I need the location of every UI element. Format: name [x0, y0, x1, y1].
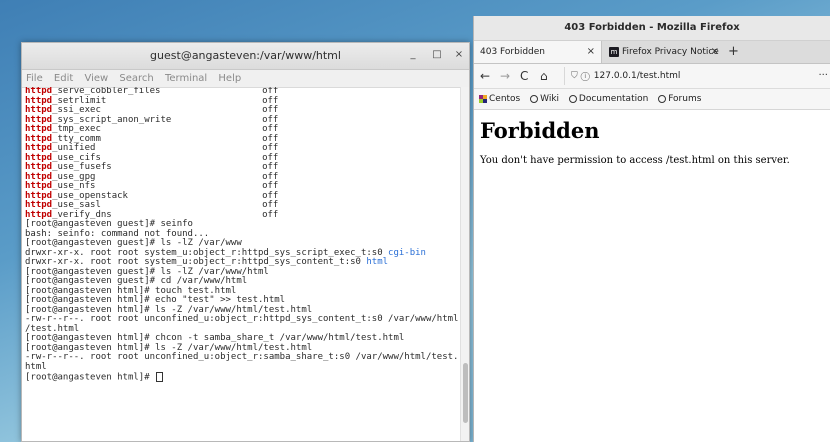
back-icon[interactable]: ← [480, 68, 490, 84]
globe-icon [568, 94, 577, 103]
boolean-prefix: httpd [25, 181, 53, 191]
error-message: You don't have permission to access /tes… [480, 155, 790, 166]
menu-view[interactable]: View [84, 73, 108, 84]
centos-icon [479, 94, 487, 103]
boolean-prefix: httpd [25, 200, 53, 210]
ls-text: drwxr-xr-x. root root system_u:object_r:… [25, 257, 367, 267]
boolean-value: off [262, 114, 279, 125]
page-content: Forbidden You don't have permission to a… [474, 110, 830, 172]
boolean-value: off [262, 200, 279, 210]
globe-icon [530, 94, 539, 103]
terminal-output[interactable]: httpd_serve_cobbler_files off httpd_setrli… [22, 87, 461, 441]
boolean-prefix: httpd [25, 95, 53, 106]
boolean-value: off [262, 190, 279, 201]
boolean-prefix: httpd [25, 209, 53, 220]
menu-file[interactable]: File [26, 73, 43, 84]
boolean-value: off [262, 152, 279, 163]
maximize-button[interactable]: □ [430, 48, 444, 62]
boolean-value: off [262, 143, 279, 153]
boolean-value: off [262, 105, 279, 115]
bookmark-wiki[interactable]: Wiki [530, 94, 559, 104]
tab-bar: 403 Forbidden × m Firefox Privacy Notice … [474, 41, 830, 79]
mozilla-icon: m [609, 46, 619, 57]
boolean-value: off [262, 209, 279, 220]
tracking-shield-icon[interactable]: ⛉ ⓘ [571, 71, 590, 81]
tab-forbidden[interactable]: 403 Forbidden × [474, 41, 602, 63]
bookmarks-toolbar: Centos Wiki Documentation Forums [474, 89, 830, 110]
menu-edit[interactable]: Edit [54, 73, 73, 84]
tab-close-icon[interactable]: × [587, 41, 595, 63]
url-bar[interactable]: ⛉ ⓘ 127.0.0.1/test.html ··· [564, 67, 830, 85]
page-actions-icon[interactable]: ··· [818, 67, 828, 85]
boolean-prefix: httpd [25, 133, 53, 144]
terminal-titlebar[interactable]: guest@angasteven:/var/www/html _ □ × [22, 43, 469, 70]
boolean-value: off [262, 95, 279, 106]
tab-close-icon[interactable]: × [711, 41, 719, 63]
forward-icon[interactable]: → [500, 68, 510, 84]
page-heading: Forbidden [480, 118, 600, 143]
boolean-prefix: httpd [25, 105, 53, 115]
boolean-prefix: httpd [25, 152, 53, 163]
boolean-prefix: httpd [25, 114, 53, 125]
boolean-value: off [262, 181, 279, 191]
ls-text: drwxr-xr-x. root root system_u:object_r:… [25, 247, 389, 258]
boolean-prefix: httpd [25, 143, 53, 153]
terminal-window[interactable]: guest@angasteven:/var/www/html _ □ × Fil… [21, 42, 470, 442]
reload-icon[interactable]: C [520, 68, 528, 84]
boolean-value: off [262, 162, 279, 172]
bookmark-centos[interactable]: Centos [479, 94, 520, 104]
tab-label: 403 Forbidden [480, 47, 545, 57]
output-line: html [25, 361, 47, 372]
directory-name: html [366, 257, 389, 267]
boolean-prefix: httpd [25, 124, 53, 134]
firefox-titlebar[interactable]: 403 Forbidden - Mozilla Firefox [474, 16, 830, 41]
menu-help[interactable]: Help [218, 73, 241, 84]
boolean-value: off [262, 171, 279, 182]
boolean-value: off [262, 133, 279, 144]
boolean-prefix: httpd [25, 162, 53, 172]
menu-search[interactable]: Search [119, 73, 153, 84]
navigation-bar: ← → C ⌂ ⛉ ⓘ 127.0.0.1/test.html ··· [474, 64, 830, 89]
terminal-title: guest@angasteven:/var/www/html [150, 49, 341, 62]
minimize-button[interactable]: _ [406, 48, 420, 62]
home-icon[interactable]: ⌂ [540, 68, 548, 84]
terminal-menubar: File Edit View Search Terminal Help [22, 70, 469, 88]
terminal-scrollbar[interactable] [460, 87, 469, 441]
boolean-prefix: httpd [25, 190, 53, 201]
text-cursor [156, 372, 164, 382]
close-button[interactable]: × [452, 48, 466, 62]
menu-terminal[interactable]: Terminal [165, 73, 207, 84]
scrollbar-thumb[interactable] [463, 363, 468, 423]
url-text: 127.0.0.1/test.html [593, 71, 681, 81]
prompt-line: [root@angasteven html]# [25, 372, 461, 382]
firefox-window[interactable]: 403 Forbidden - Mozilla Firefox 403 Forb… [473, 16, 830, 442]
output-line: -rw-r--r--. root root unconfined_u:objec… [25, 314, 459, 324]
bookmark-documentation[interactable]: Documentation [568, 94, 648, 104]
directory-name: cgi-bin [388, 247, 426, 258]
prompt-text: [root@angasteven html]# [25, 372, 156, 383]
output-line: -rw-r--r--. root root unconfined_u:objec… [25, 352, 459, 362]
tab-privacy-notice[interactable]: mFirefox Privacy Notice — × [603, 41, 725, 79]
globe-icon [658, 94, 667, 103]
boolean-prefix: httpd [25, 171, 53, 182]
boolean-value: off [262, 124, 279, 134]
new-tab-button[interactable]: + [728, 41, 739, 63]
bookmark-forums[interactable]: Forums [658, 94, 701, 104]
